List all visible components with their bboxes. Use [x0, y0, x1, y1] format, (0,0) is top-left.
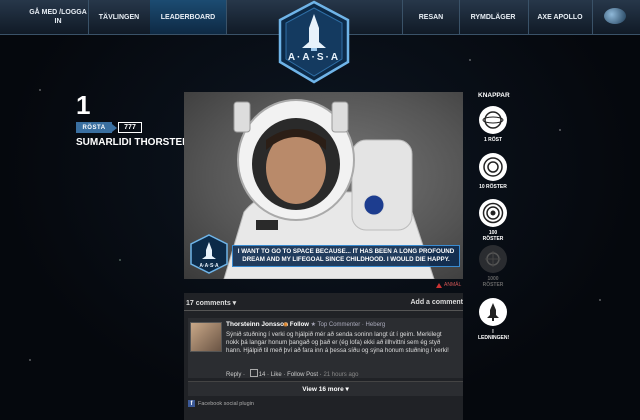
rocket-icon: [479, 298, 507, 326]
leader-button[interactable]: I LEDNINGEN!: [478, 298, 510, 341]
aasa-logo[interactable]: A·A·S·A: [276, 0, 352, 84]
double-ring-icon: [479, 153, 507, 181]
disabled-ring-icon: [479, 245, 507, 273]
nav-journey[interactable]: Resan: [402, 0, 460, 34]
plugin-label[interactable]: Facebook social plugin: [198, 401, 254, 407]
vote-100-label: 100 RÖSTER: [482, 230, 504, 242]
vote-count: 777: [118, 122, 142, 133]
nav-join-login[interactable]: Gå med /logga in: [28, 0, 89, 34]
vote-1000-button: 1000 RÖSTER: [478, 245, 508, 288]
follow-post-link[interactable]: Follow Post: [287, 372, 318, 378]
avatar[interactable]: [190, 322, 222, 352]
view-more-button[interactable]: View 16 more ▾: [188, 381, 463, 396]
like-count: 14: [258, 372, 266, 378]
add-comment-link[interactable]: Add a comment: [410, 299, 463, 306]
vote-1-button[interactable]: 1 RÖST: [478, 106, 508, 143]
thumbs-up-icon: [249, 369, 258, 377]
comment-author[interactable]: Thorsteinn Jonsson: [226, 321, 288, 328]
comments-header: 17 comments ▾ Add a comment: [186, 299, 463, 307]
facebook-icon: f: [188, 400, 195, 407]
contestant-photo: A·A·S·A I want to go to space because...…: [184, 92, 463, 279]
rank-number: 1: [76, 90, 91, 120]
report-link[interactable]: ANMÄL: [436, 282, 461, 288]
buttons-title: KNAPPAR: [478, 92, 510, 99]
nav-leaderboard[interactable]: Leaderboard: [150, 0, 227, 34]
vote-button[interactable]: RÖSTA: [76, 122, 112, 133]
nav-space-camp[interactable]: Rymdläger: [458, 0, 529, 34]
warning-icon: [436, 282, 442, 288]
star-icon: ★: [310, 322, 316, 328]
rss-icon: ◉: [283, 322, 289, 328]
comment-item: Thorsteinn Jonsson ◉ Follow ★ Top Commen…: [188, 318, 463, 378]
comments-count-dropdown[interactable]: 17 comments ▾: [186, 300, 236, 307]
like-link[interactable]: Like: [271, 372, 282, 378]
comment-actions: Reply · 14 · Like · Follow Post · 21 hou…: [226, 369, 358, 378]
quote-logo-badge: A·A·S·A: [190, 234, 228, 274]
comments-panel: 17 comments ▾ Add a comment Thorsteinn J…: [184, 293, 463, 420]
triple-ring-icon: [479, 199, 507, 227]
arrow-right-icon: [112, 124, 117, 132]
comment-time: 21 hours ago: [323, 372, 359, 378]
vote-100-button[interactable]: 100 RÖSTER: [478, 199, 508, 242]
globe-icon[interactable]: [604, 8, 626, 24]
svg-text:A·A·S·A: A·A·S·A: [199, 263, 219, 269]
quote-text: I want to go to space because... it has …: [232, 245, 460, 267]
logo-wordmark: A·A·S·A: [287, 52, 341, 63]
vote-10-button[interactable]: 10 RÖSTER: [478, 153, 508, 190]
facebook-plugin-footer: f Facebook social plugin: [188, 400, 254, 407]
divider: [184, 310, 463, 311]
nav-axe-apollo[interactable]: Axe Apollo: [528, 0, 593, 34]
follow-link[interactable]: Follow: [290, 322, 309, 328]
report-label: ANMÄL: [444, 282, 462, 288]
reply-link[interactable]: Reply: [226, 372, 241, 378]
vote-10-label: 10 RÖSTER: [479, 184, 507, 190]
comment-meta: ◉ Follow ★ Top Commenter · Heberg: [283, 321, 385, 328]
leader-label: I LEDNINGEN!: [478, 329, 510, 341]
commenter-badge: Top Commenter · Heberg: [317, 322, 386, 328]
nav-competition[interactable]: Tävlingen: [88, 0, 151, 34]
comment-text: Sýnið stuðning í verki og hjálpið mér að…: [226, 331, 449, 354]
ring-icon: [479, 106, 507, 134]
vote-1-label: 1 RÖST: [483, 137, 503, 143]
vote-1000-label: 1000 RÖSTER: [482, 276, 504, 288]
